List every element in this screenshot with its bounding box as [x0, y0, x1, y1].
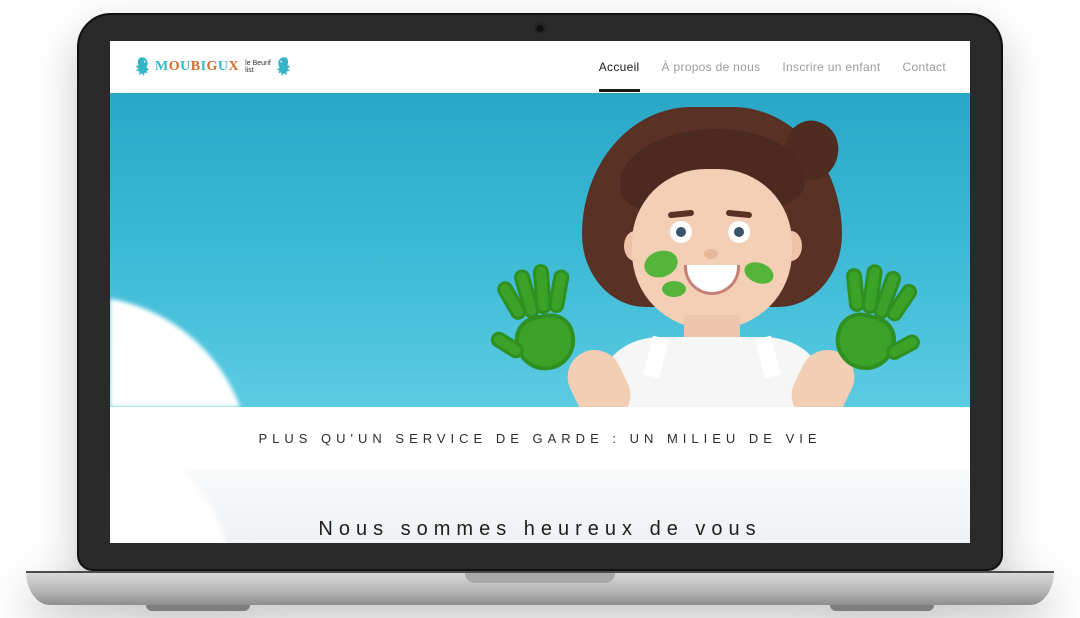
nav-item-contact[interactable]: Contact [903, 60, 946, 74]
nav-item-inscrire[interactable]: Inscrire un enfant [782, 60, 880, 74]
top-nav: MOUBIGUX le Beuriflist Accueil À propos … [110, 41, 970, 93]
logo-subtext: le Beuriflist [245, 60, 271, 74]
laptop-hinge [26, 571, 1054, 605]
laptop-mockup: MOUBIGUX le Beuriflist Accueil À propos … [26, 13, 1054, 605]
logo-wordmark: MOUBIGUX [155, 59, 239, 75]
tagline-bar: PLUS QU'UN SERVICE DE GARDE : UN MILIEU … [110, 407, 970, 469]
nav-item-accueil[interactable]: Accueil [599, 60, 640, 74]
screen: MOUBIGUX le Beuriflist Accueil À propos … [110, 41, 970, 543]
site-logo[interactable]: MOUBIGUX le Beuriflist [134, 56, 292, 78]
welcome-heading: Nous sommes heureux de vous [318, 518, 761, 541]
dino-left-icon [134, 56, 152, 78]
hero-image [110, 93, 970, 407]
welcome-section: Nous sommes heureux de vous [110, 469, 970, 543]
hero-child-illustration [392, 93, 912, 407]
primary-menu: Accueil À propos de nous Inscrire un enf… [599, 60, 946, 74]
laptop-frame: MOUBIGUX le Beuriflist Accueil À propos … [77, 13, 1003, 571]
nav-item-apropos[interactable]: À propos de nous [662, 60, 761, 74]
dino-right-icon [274, 56, 292, 78]
tagline-text: PLUS QU'UN SERVICE DE GARDE : UN MILIEU … [258, 431, 821, 446]
